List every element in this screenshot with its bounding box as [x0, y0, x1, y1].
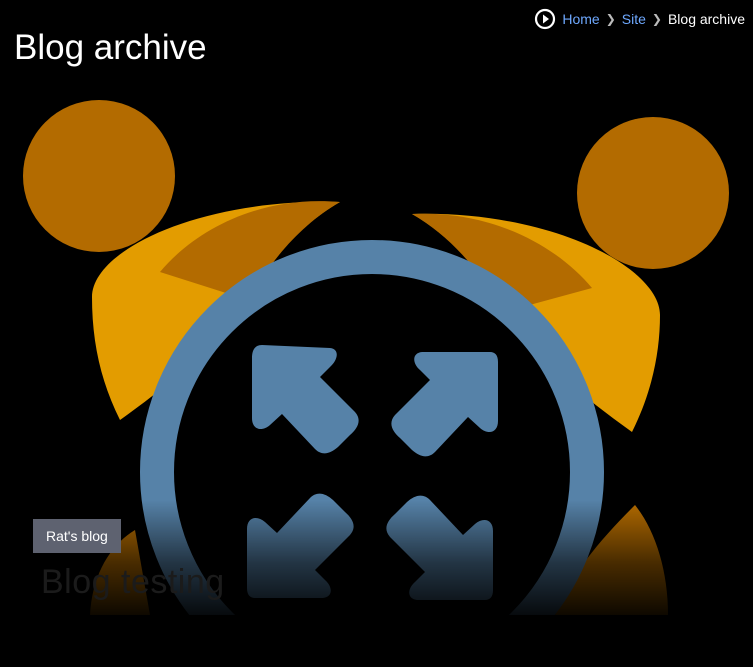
play-circle-icon[interactable]: [534, 8, 556, 30]
post-title[interactable]: Blog testing: [41, 563, 225, 602]
chevron-right-icon: ❯: [605, 12, 616, 26]
breadcrumb-site-link[interactable]: Site: [622, 11, 646, 27]
breadcrumb-home-link[interactable]: Home: [562, 11, 599, 27]
left-bell-knob: [23, 100, 175, 252]
chevron-right-icon: ❯: [651, 12, 662, 26]
breadcrumb: Home ❯ Site ❯ Blog archive: [534, 8, 745, 30]
breadcrumb-current: Blog archive: [667, 11, 745, 27]
blog-name-badge[interactable]: Rat's blog: [33, 519, 121, 553]
right-bell-knob: [577, 117, 729, 269]
page-title: Blog archive: [14, 28, 207, 67]
